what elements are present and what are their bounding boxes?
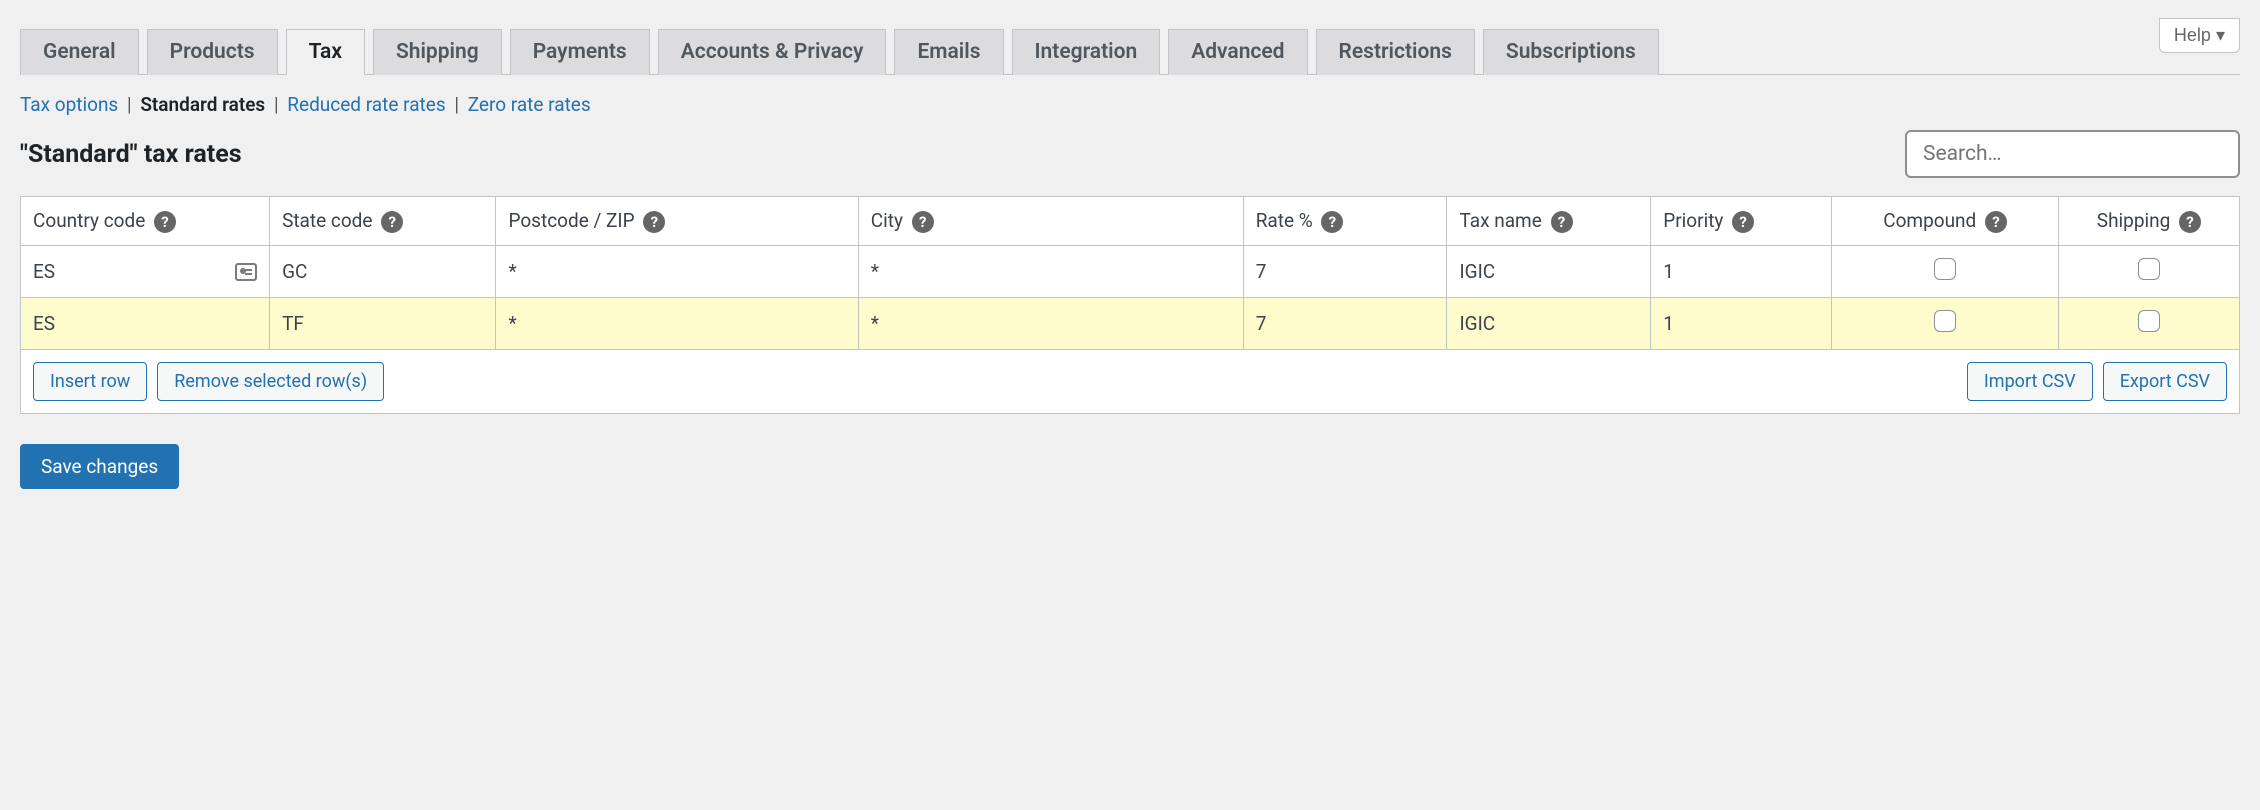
save-button[interactable]: Save changes	[20, 444, 179, 489]
separator: |	[274, 93, 279, 116]
cell-city[interactable]: *	[858, 246, 1243, 298]
tab-emails[interactable]: Emails	[894, 29, 1003, 75]
search-input[interactable]	[1905, 130, 2240, 178]
cell-shipping-checkbox[interactable]	[2138, 258, 2160, 280]
help-icon[interactable]: ?	[912, 211, 934, 233]
import-csv-button[interactable]: Import CSV	[1967, 362, 2093, 401]
cell-state[interactable]: TF	[270, 298, 496, 350]
cell-priority[interactable]: 1	[1651, 298, 1832, 350]
tab-accounts-privacy[interactable]: Accounts & Privacy	[658, 29, 887, 75]
help-icon[interactable]: ?	[154, 211, 176, 233]
cell-tax-name[interactable]: IGIC	[1447, 246, 1651, 298]
cell-shipping-checkbox[interactable]	[2138, 310, 2160, 332]
insert-row-button[interactable]: Insert row	[33, 362, 147, 401]
tab-advanced[interactable]: Advanced	[1168, 29, 1307, 75]
col-state: State code ?	[270, 197, 496, 246]
page-title: "Standard" tax rates	[20, 140, 242, 169]
help-label: Help	[2174, 25, 2211, 45]
col-priority: Priority ?	[1651, 197, 1832, 246]
tax-subnav: Tax options | Standard rates | Reduced r…	[20, 93, 2240, 116]
col-postcode: Postcode / ZIP ?	[496, 197, 858, 246]
cell-city[interactable]: *	[858, 298, 1243, 350]
cell-country[interactable]: ES	[21, 298, 270, 350]
help-icon[interactable]: ?	[1985, 211, 2007, 233]
cell-postcode[interactable]: *	[496, 246, 858, 298]
tab-restrictions[interactable]: Restrictions	[1316, 29, 1475, 75]
help-icon[interactable]: ?	[1551, 211, 1573, 233]
export-csv-button[interactable]: Export CSV	[2103, 362, 2227, 401]
subnav-zero-rate[interactable]: Zero rate rates	[468, 93, 591, 116]
cell-country[interactable]: ES	[21, 246, 270, 298]
tab-subscriptions[interactable]: Subscriptions	[1483, 29, 1659, 75]
tab-tax[interactable]: Tax	[286, 29, 365, 75]
cell-postcode[interactable]: *	[496, 298, 858, 350]
cell-compound	[1832, 298, 2058, 350]
help-icon[interactable]: ?	[2179, 211, 2201, 233]
cell-rate[interactable]: 7	[1243, 246, 1447, 298]
tab-integration[interactable]: Integration	[1012, 29, 1161, 75]
settings-tabs: GeneralProductsTaxShippingPaymentsAccoun…	[20, 28, 2240, 75]
help-icon[interactable]: ?	[1321, 211, 1343, 233]
subnav-standard-rates[interactable]: Standard rates	[140, 93, 265, 116]
tab-payments[interactable]: Payments	[510, 29, 650, 75]
tax-rates-table: Country code ? State code ? Postcode / Z…	[20, 196, 2240, 414]
col-rate: Rate % ?	[1243, 197, 1447, 246]
id-card-icon[interactable]	[235, 263, 257, 281]
help-icon[interactable]: ?	[381, 211, 403, 233]
cell-shipping	[2058, 246, 2239, 298]
subnav-tax-options[interactable]: Tax options	[20, 93, 118, 116]
col-shipping: Shipping ?	[2058, 197, 2239, 246]
cell-compound-checkbox[interactable]	[1934, 258, 1956, 280]
subnav-reduced-rate[interactable]: Reduced rate rates	[287, 93, 445, 116]
cell-tax-name[interactable]: IGIC	[1447, 298, 1651, 350]
separator: |	[454, 93, 459, 116]
help-icon[interactable]: ?	[1732, 211, 1754, 233]
col-tax-name: Tax name ?	[1447, 197, 1651, 246]
col-country[interactable]: Country code ?	[21, 197, 270, 246]
cell-compound-checkbox[interactable]	[1934, 310, 1956, 332]
separator: |	[127, 93, 132, 116]
col-city: City ?	[858, 197, 1243, 246]
help-button[interactable]: Help ▾	[2159, 18, 2240, 53]
tab-general[interactable]: General	[20, 29, 139, 75]
col-compound: Compound ?	[1832, 197, 2058, 246]
cell-compound	[1832, 246, 2058, 298]
help-icon[interactable]: ?	[643, 211, 665, 233]
cell-priority[interactable]: 1	[1651, 246, 1832, 298]
cell-state[interactable]: GC	[270, 246, 496, 298]
table-row[interactable]: ESTF**7IGIC1	[21, 298, 2240, 350]
remove-rows-button[interactable]: Remove selected row(s)	[157, 362, 384, 401]
tab-shipping[interactable]: Shipping	[373, 29, 502, 75]
cell-shipping	[2058, 298, 2239, 350]
cell-rate[interactable]: 7	[1243, 298, 1447, 350]
table-row[interactable]: ESGC**7IGIC1	[21, 246, 2240, 298]
tab-products[interactable]: Products	[147, 29, 278, 75]
